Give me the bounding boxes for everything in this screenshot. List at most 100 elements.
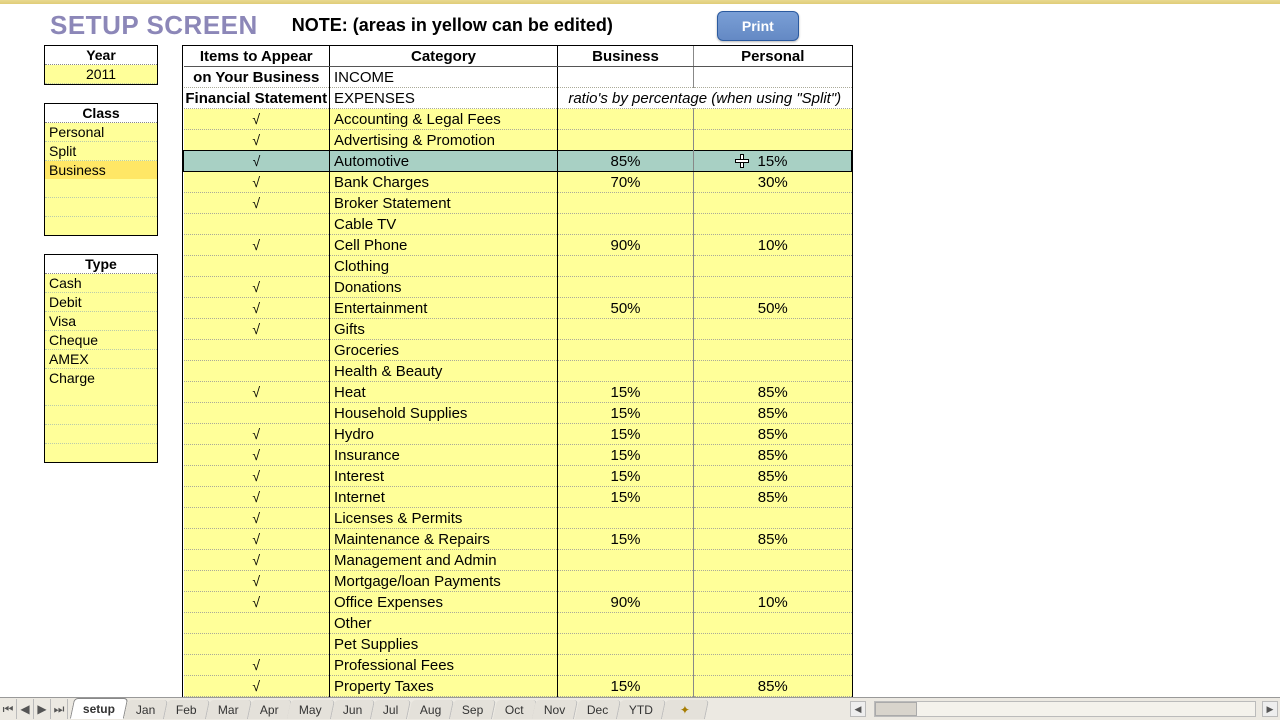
personal-pct-cell[interactable] — [694, 193, 852, 214]
category-cell[interactable]: Insurance — [330, 445, 558, 466]
personal-pct-cell[interactable] — [694, 508, 852, 529]
personal-pct-cell[interactable] — [694, 109, 852, 130]
category-cell[interactable]: Entertainment — [330, 298, 558, 319]
category-cell[interactable]: Clothing — [330, 256, 558, 277]
category-cell[interactable]: Broker Statement — [330, 193, 558, 214]
category-cell[interactable]: Professional Fees — [330, 655, 558, 676]
sheet-tab[interactable]: Mar — [206, 700, 252, 719]
include-checkbox[interactable]: √ — [184, 550, 330, 571]
type-item[interactable]: Visa — [45, 312, 157, 331]
include-checkbox[interactable]: √ — [184, 298, 330, 319]
include-checkbox[interactable]: √ — [184, 109, 330, 130]
class-empty-row[interactable] — [45, 198, 157, 217]
class-item[interactable]: Business — [45, 161, 157, 179]
category-cell[interactable]: Maintenance & Repairs — [330, 529, 558, 550]
include-checkbox[interactable]: √ — [184, 529, 330, 550]
sheet-tab[interactable]: Feb — [164, 700, 210, 719]
include-checkbox[interactable]: √ — [184, 571, 330, 592]
business-pct-cell[interactable] — [558, 634, 694, 655]
personal-pct-cell[interactable]: 85% — [694, 445, 852, 466]
year-value[interactable]: 2011 — [45, 65, 157, 84]
tab-nav-last[interactable]: ⏭ — [51, 699, 68, 719]
business-pct-cell[interactable] — [558, 571, 694, 592]
type-item[interactable]: Charge — [45, 369, 157, 387]
personal-pct-cell[interactable] — [694, 550, 852, 571]
hscroll-right[interactable]: ▶ — [1262, 701, 1278, 717]
personal-pct-cell[interactable] — [694, 361, 852, 382]
business-pct-cell[interactable]: 15% — [558, 403, 694, 424]
class-item[interactable]: Split — [45, 142, 157, 161]
include-checkbox[interactable]: √ — [184, 592, 330, 613]
personal-pct-cell[interactable] — [694, 571, 852, 592]
include-checkbox[interactable]: √ — [184, 445, 330, 466]
personal-pct-cell[interactable]: 85% — [694, 424, 852, 445]
include-checkbox[interactable]: √ — [184, 508, 330, 529]
business-pct-cell[interactable]: 50% — [558, 298, 694, 319]
business-pct-cell[interactable] — [558, 613, 694, 634]
category-cell[interactable]: Office Expenses — [330, 592, 558, 613]
business-pct-cell[interactable]: 15% — [558, 676, 694, 697]
sheet-tab[interactable]: May — [287, 700, 335, 719]
personal-pct-cell[interactable]: 85% — [694, 676, 852, 697]
personal-pct-cell[interactable] — [694, 340, 852, 361]
sheet-tab[interactable]: Aug — [408, 700, 454, 719]
class-empty-row[interactable] — [45, 217, 157, 235]
include-checkbox[interactable]: √ — [184, 172, 330, 193]
tab-nav-prev[interactable]: ◀ — [17, 699, 34, 719]
personal-pct-cell[interactable]: 85% — [694, 403, 852, 424]
include-checkbox[interactable]: √ — [184, 151, 330, 172]
business-pct-cell[interactable] — [558, 214, 694, 235]
include-checkbox[interactable]: √ — [184, 487, 330, 508]
include-checkbox[interactable]: √ — [184, 130, 330, 151]
business-pct-cell[interactable]: 15% — [558, 529, 694, 550]
personal-pct-cell[interactable]: 85% — [694, 487, 852, 508]
hscroll-thumb[interactable] — [875, 702, 917, 716]
category-cell[interactable]: Hydro — [330, 424, 558, 445]
category-cell[interactable]: Donations — [330, 277, 558, 298]
income-business[interactable] — [558, 67, 694, 88]
sheet-tab[interactable]: Oct — [492, 700, 536, 719]
business-pct-cell[interactable]: 70% — [558, 172, 694, 193]
personal-pct-cell[interactable] — [694, 613, 852, 634]
class-empty-row[interactable] — [45, 179, 157, 198]
type-item[interactable]: Cash — [45, 274, 157, 293]
include-checkbox[interactable]: √ — [184, 193, 330, 214]
sheet-tab[interactable]: Jul — [371, 700, 411, 719]
tab-nav-first[interactable]: ⏮ — [0, 699, 17, 719]
category-cell[interactable]: Management and Admin — [330, 550, 558, 571]
type-empty-row[interactable] — [45, 425, 157, 444]
category-cell[interactable]: Other — [330, 613, 558, 634]
business-pct-cell[interactable] — [558, 256, 694, 277]
category-cell[interactable]: Cable TV — [330, 214, 558, 235]
business-pct-cell[interactable] — [558, 655, 694, 676]
business-pct-cell[interactable] — [558, 277, 694, 298]
type-item[interactable]: Debit — [45, 293, 157, 312]
category-cell[interactable]: Licenses & Permits — [330, 508, 558, 529]
hscroll-track[interactable] — [874, 701, 1256, 717]
include-checkbox[interactable]: √ — [184, 676, 330, 697]
personal-pct-cell[interactable]: 85% — [694, 382, 852, 403]
business-pct-cell[interactable] — [558, 193, 694, 214]
category-cell[interactable]: Health & Beauty — [330, 361, 558, 382]
type-empty-row[interactable] — [45, 444, 157, 462]
category-cell[interactable]: Pet Supplies — [330, 634, 558, 655]
business-pct-cell[interactable]: 15% — [558, 382, 694, 403]
type-item[interactable]: AMEX — [45, 350, 157, 369]
include-checkbox[interactable]: √ — [184, 319, 330, 340]
category-cell[interactable]: Accounting & Legal Fees — [330, 109, 558, 130]
include-checkbox[interactable] — [184, 403, 330, 424]
expenses-row[interactable]: EXPENSES — [330, 88, 558, 109]
include-checkbox[interactable] — [184, 340, 330, 361]
sheet-tab[interactable]: Nov — [532, 700, 578, 719]
category-cell[interactable]: Gifts — [330, 319, 558, 340]
business-pct-cell[interactable] — [558, 550, 694, 571]
income-personal[interactable] — [694, 67, 852, 88]
business-pct-cell[interactable] — [558, 340, 694, 361]
business-pct-cell[interactable]: 90% — [558, 235, 694, 256]
personal-pct-cell[interactable]: 15% — [694, 151, 852, 172]
sheet-tab[interactable]: Sep — [450, 700, 496, 719]
personal-pct-cell[interactable] — [694, 256, 852, 277]
category-cell[interactable]: Internet — [330, 487, 558, 508]
category-cell[interactable]: Heat — [330, 382, 558, 403]
personal-pct-cell[interactable]: 85% — [694, 529, 852, 550]
